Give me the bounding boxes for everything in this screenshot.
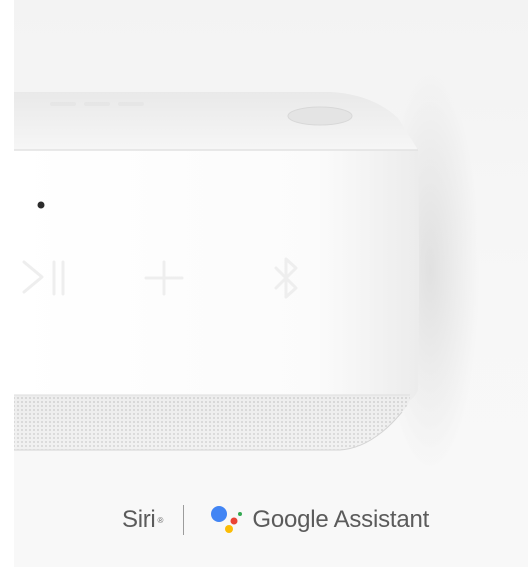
speaker-photo: [0, 0, 528, 567]
speaker-front: [14, 150, 419, 402]
top-button: [287, 106, 353, 126]
brand-divider: [183, 505, 185, 535]
siri-label: Siri: [122, 506, 156, 533]
google-assistant-icon: [211, 506, 243, 533]
assistant-brands: Siri ® Google Assistant: [122, 500, 429, 540]
google-label: Google: [252, 506, 329, 533]
speaker-top-surface: [14, 92, 418, 150]
top-emboss: [50, 102, 144, 106]
assistant-label: Assistant: [333, 506, 430, 533]
siri-registered-mark: ®: [157, 515, 164, 525]
status-led: [37, 201, 45, 209]
left-edge-strip: [0, 0, 14, 567]
